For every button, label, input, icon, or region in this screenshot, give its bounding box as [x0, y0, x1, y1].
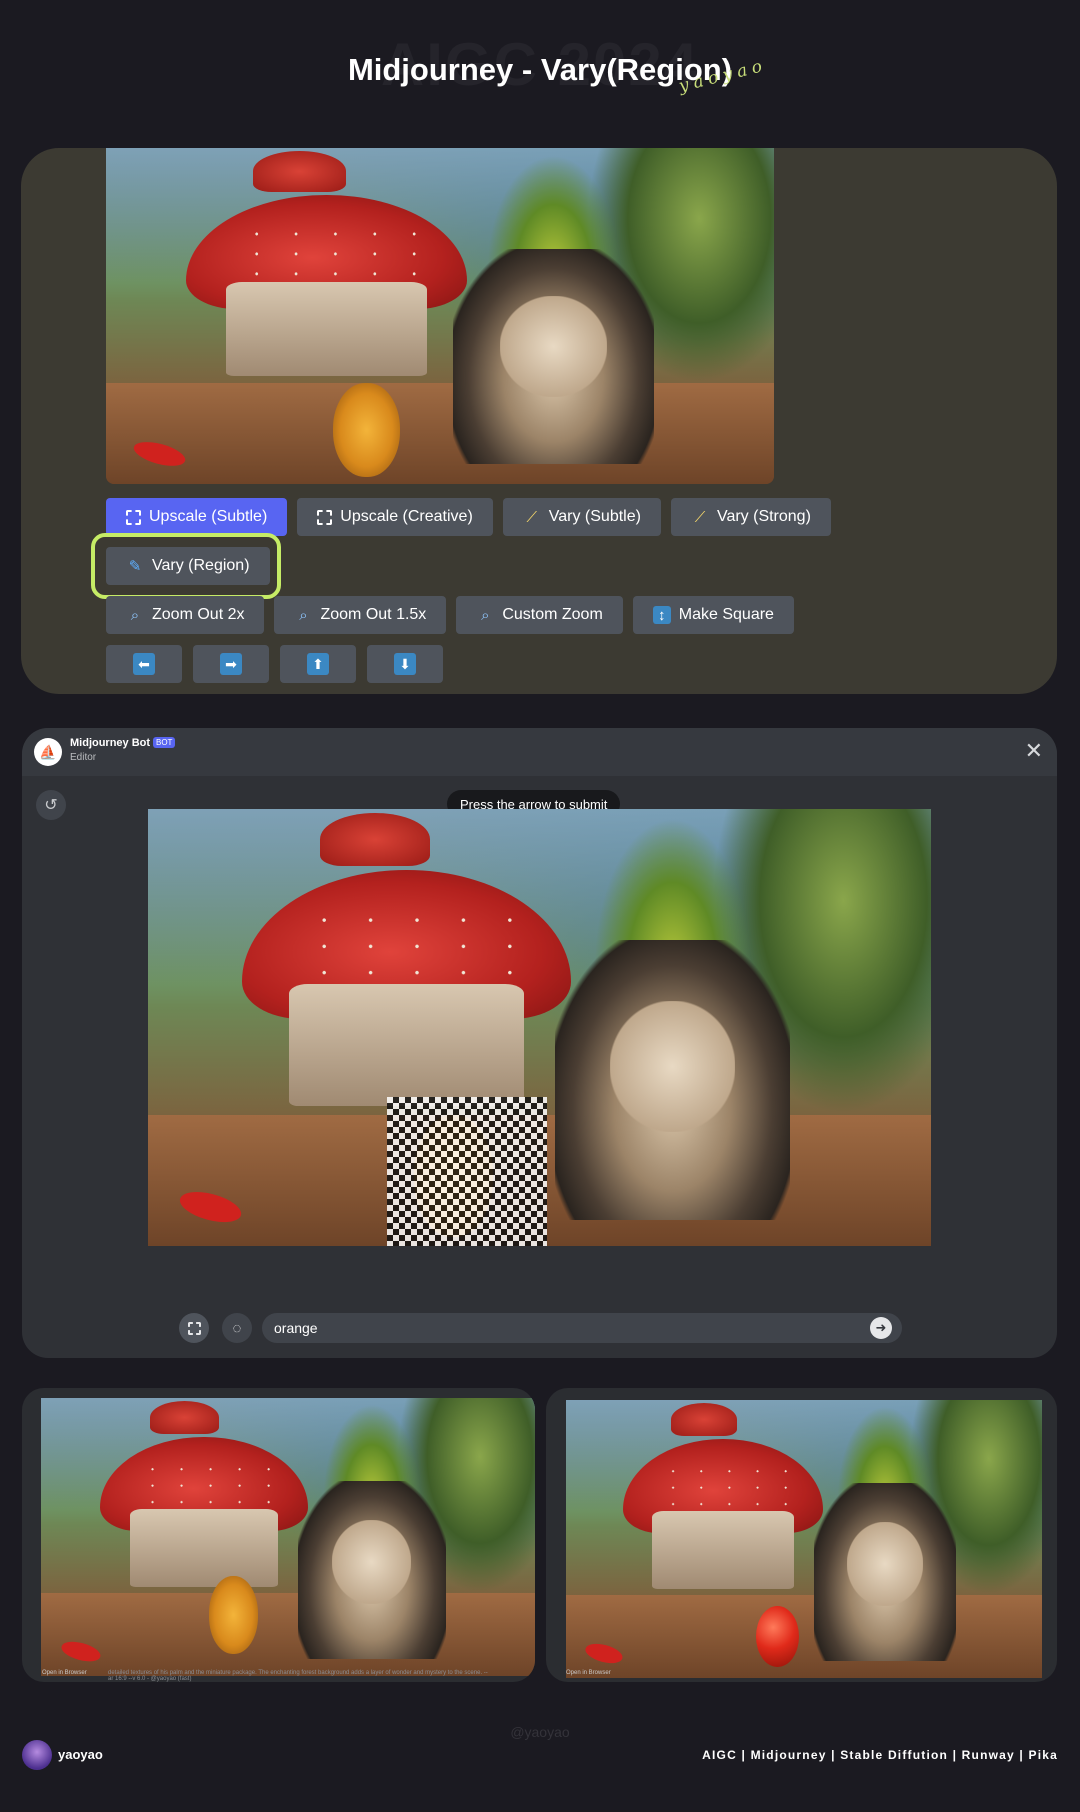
- result-before: Open in Browser detailed textures of his…: [22, 1388, 535, 1682]
- generated-image[interactable]: [106, 148, 774, 484]
- editor-canvas[interactable]: [148, 809, 931, 1246]
- button-row-upscale-vary: Upscale (Subtle) Upscale (Creative) ⟋ Va…: [106, 498, 831, 536]
- expand-icon: [126, 509, 141, 525]
- magnifier-icon: ⌕: [481, 606, 490, 624]
- undo-icon[interactable]: ↺: [36, 790, 66, 820]
- avatar: [22, 1740, 52, 1770]
- submit-arrow-icon[interactable]: ➜: [870, 1317, 892, 1339]
- magnifier-icon: ⌕: [299, 606, 308, 624]
- arrow-left-icon: ⬅: [133, 653, 155, 675]
- make-square-button[interactable]: ↕ Make Square: [632, 596, 794, 634]
- button-label: Vary (Subtle): [548, 508, 641, 525]
- button-label: Upscale (Subtle): [149, 508, 268, 525]
- topic-tags: AIGC | Midjourney | Stable Diffution | R…: [702, 1748, 1058, 1762]
- button-label: Upscale (Creative): [340, 508, 473, 525]
- lasso-icon: ◌: [232, 1319, 242, 1337]
- header: AIGC 2024 Midjourney - Vary(Region) yaoy…: [0, 0, 1080, 130]
- pan-right-button[interactable]: ➡: [193, 645, 269, 683]
- button-row-zoom: ⌕ Zoom Out 2x ⌕ Zoom Out 1.5x ⌕ Custom Z…: [106, 596, 794, 634]
- result-image-pineapple[interactable]: [41, 1398, 535, 1676]
- open-in-browser-link[interactable]: Open in Browser: [42, 1670, 87, 1676]
- result-after: Open in Browser: [546, 1388, 1057, 1682]
- author-name: yaoyao: [58, 1747, 103, 1762]
- vary-subtle-button[interactable]: ⟋ Vary (Subtle): [502, 498, 661, 536]
- bot-avatar: ⛵: [34, 738, 62, 766]
- button-label: Vary (Strong): [716, 508, 811, 525]
- pan-left-button[interactable]: ⬅: [106, 645, 182, 683]
- rectangle-select-icon: [187, 1321, 201, 1335]
- up-down-arrow-icon: ↕: [652, 606, 671, 624]
- button-row-pan: ⬅ ➡ ⬆ ⬇: [106, 645, 443, 683]
- bot-name: Midjourney Bot: [70, 737, 151, 749]
- region-editor: ⛵ Midjourney Bot BOT Editor ✕ ↺ Press th…: [22, 728, 1057, 1358]
- close-icon[interactable]: ✕: [1025, 738, 1043, 764]
- open-in-browser-link[interactable]: Open in Browser: [566, 1670, 611, 1676]
- pan-up-button[interactable]: ⬆: [280, 645, 356, 683]
- lasso-tool[interactable]: ◌: [222, 1313, 252, 1343]
- prompt-caption: detailed textures of his palm and the mi…: [108, 1670, 488, 1682]
- button-label: Custom Zoom: [502, 606, 603, 623]
- page-title: Midjourney - Vary(Region): [347, 52, 733, 87]
- editor-subtitle: Editor: [70, 752, 97, 763]
- button-label: Zoom Out 1.5x: [320, 606, 427, 623]
- expand-icon: [317, 509, 333, 525]
- custom-zoom-button[interactable]: ⌕ Custom Zoom: [456, 596, 623, 634]
- pan-down-button[interactable]: ⬇: [367, 645, 443, 683]
- result-image-orange[interactable]: [566, 1400, 1042, 1678]
- rectangle-select-tool[interactable]: [179, 1313, 209, 1343]
- zoom-out-1-5x-button[interactable]: ⌕ Zoom Out 1.5x: [274, 596, 447, 634]
- magic-wand-icon: ⟋: [526, 508, 538, 526]
- footer-watermark: @yaoyao: [510, 1724, 570, 1740]
- upscale-subtle-button[interactable]: Upscale (Subtle): [106, 498, 288, 536]
- magic-wand-icon: ⟋: [694, 508, 706, 526]
- arrow-down-icon: ⬇: [394, 653, 416, 675]
- button-label: Zoom Out 2x: [152, 606, 245, 623]
- arrow-up-icon: ⬆: [307, 653, 329, 675]
- arrow-right-icon: ➡: [220, 653, 242, 675]
- upscale-creative-button[interactable]: Upscale (Creative): [297, 498, 493, 536]
- vary-strong-button[interactable]: ⟋ Vary (Strong): [670, 498, 831, 536]
- button-label: Make Square: [678, 606, 774, 623]
- prompt-input[interactable]: [262, 1313, 902, 1343]
- vary-region-highlight: [91, 533, 281, 599]
- magnifier-icon: ⌕: [130, 606, 140, 624]
- bot-badge: BOT: [153, 737, 176, 748]
- editor-header: ⛵ Midjourney Bot BOT Editor ✕: [22, 728, 1057, 776]
- zoom-out-2x-button[interactable]: ⌕ Zoom Out 2x: [106, 596, 265, 634]
- selected-region-mask[interactable]: [386, 1097, 548, 1246]
